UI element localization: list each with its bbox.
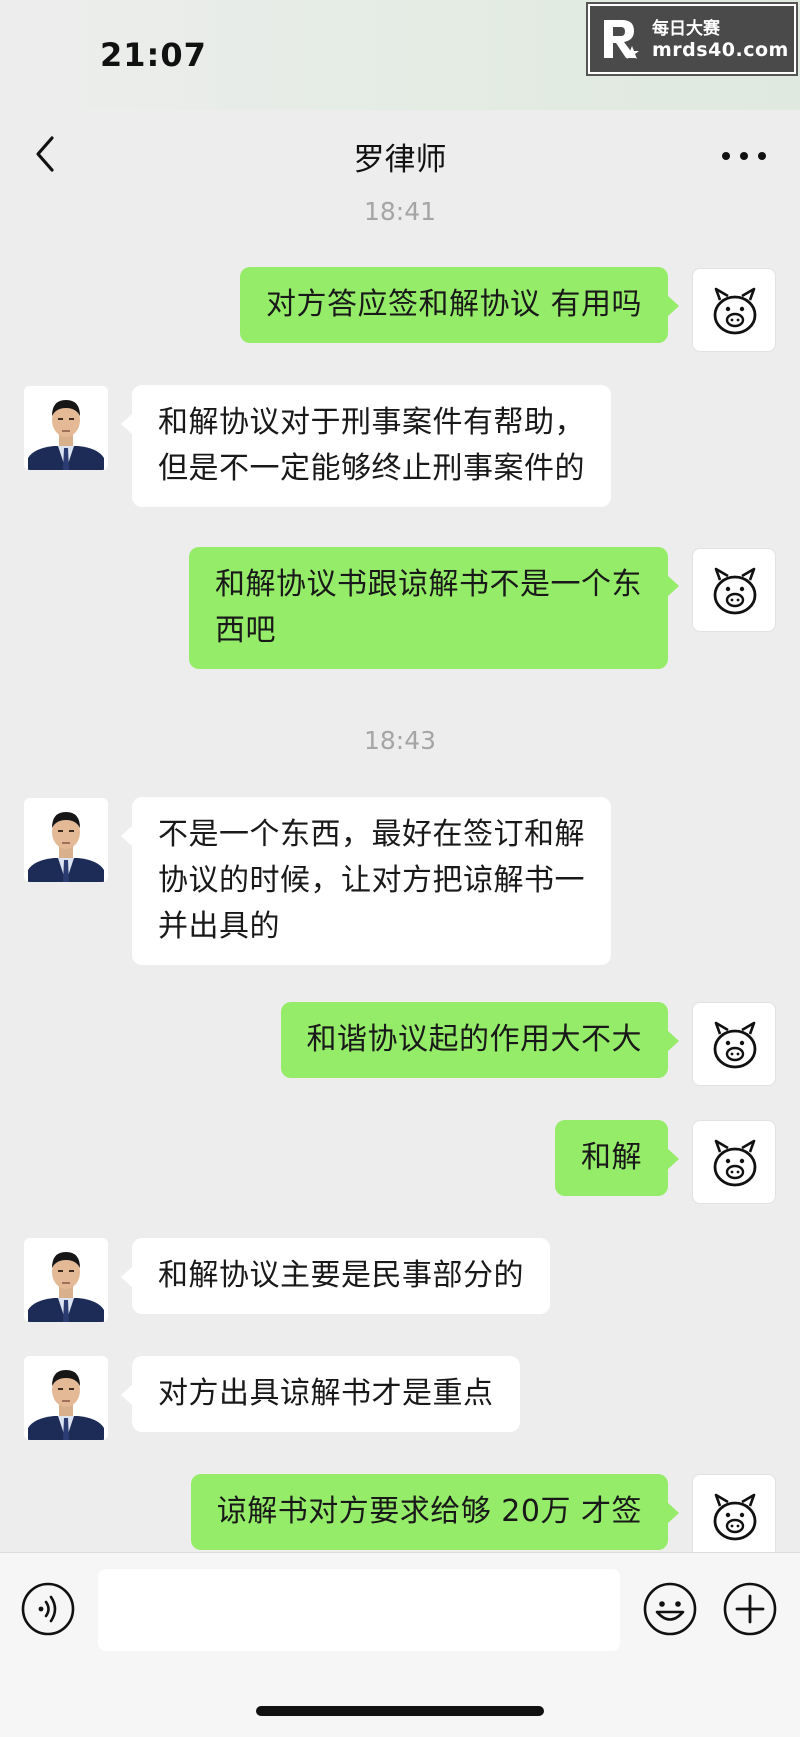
pig-icon: [693, 549, 777, 633]
watermark-logo-icon: [604, 20, 639, 59]
pig-icon: [693, 1003, 777, 1087]
message-bubble-sent[interactable]: 谅解书对方要求给够 20万 才签: [190, 1474, 680, 1550]
lawyer-photo: [24, 1356, 108, 1440]
watermark-title: 每日大赛: [652, 19, 720, 39]
watermark-url: mrds40.com: [652, 39, 789, 61]
plus-icon[interactable]: [722, 1581, 778, 1637]
message-bubble-received[interactable]: 和解协议对于刑事案件有帮助， 但是不一定能够终止刑事案件的: [121, 385, 611, 507]
message-input[interactable]: [98, 1569, 620, 1651]
my-avatar[interactable]: [692, 548, 776, 632]
lawyer-photo: [24, 798, 108, 882]
my-avatar[interactable]: [692, 268, 776, 352]
message-bubble-sent[interactable]: 和谐协议起的作用大不大: [280, 1002, 679, 1078]
lawyer-avatar[interactable]: [24, 1238, 108, 1322]
voice-icon[interactable]: [20, 1581, 76, 1637]
emoji-icon[interactable]: [642, 1581, 698, 1637]
lawyer-avatar[interactable]: [24, 1356, 108, 1440]
chat-header: 罗律师: [0, 110, 800, 198]
pig-icon: [693, 269, 777, 353]
my-avatar[interactable]: [692, 1002, 776, 1086]
my-avatar[interactable]: [692, 1474, 776, 1558]
timestamp: 18:41: [363, 197, 437, 226]
message-bubble-sent[interactable]: 和解: [555, 1120, 679, 1196]
my-avatar[interactable]: [692, 1120, 776, 1204]
chat-title: 罗律师: [353, 142, 447, 178]
status-time: 21:07: [100, 36, 207, 74]
message-bubble-received[interactable]: 不是一个东西，最好在签订和解 协议的时候，让对方把谅解书一 并出具的: [121, 797, 611, 965]
pig-icon: [693, 1475, 777, 1559]
watermark-badge: 每日大赛 mrds40.com: [588, 4, 796, 74]
timestamp: 18:43: [363, 726, 437, 755]
lawyer-photo: [24, 386, 108, 470]
home-indicator[interactable]: [256, 1706, 544, 1716]
lawyer-photo: [24, 1238, 108, 1322]
message-bubble-received[interactable]: 对方出具谅解书才是重点: [121, 1356, 520, 1432]
lawyer-avatar[interactable]: [24, 386, 108, 470]
message-bubble-sent[interactable]: 和解协议书跟谅解书不是一个东 西吧: [189, 547, 679, 669]
lawyer-avatar[interactable]: [24, 798, 108, 882]
pig-icon: [693, 1121, 777, 1205]
message-bubble-sent[interactable]: 对方答应签和解协议 有用吗: [239, 267, 680, 343]
message-bubble-received[interactable]: 和解协议主要是民事部分的: [121, 1238, 550, 1314]
more-dots-icon[interactable]: [718, 136, 770, 176]
